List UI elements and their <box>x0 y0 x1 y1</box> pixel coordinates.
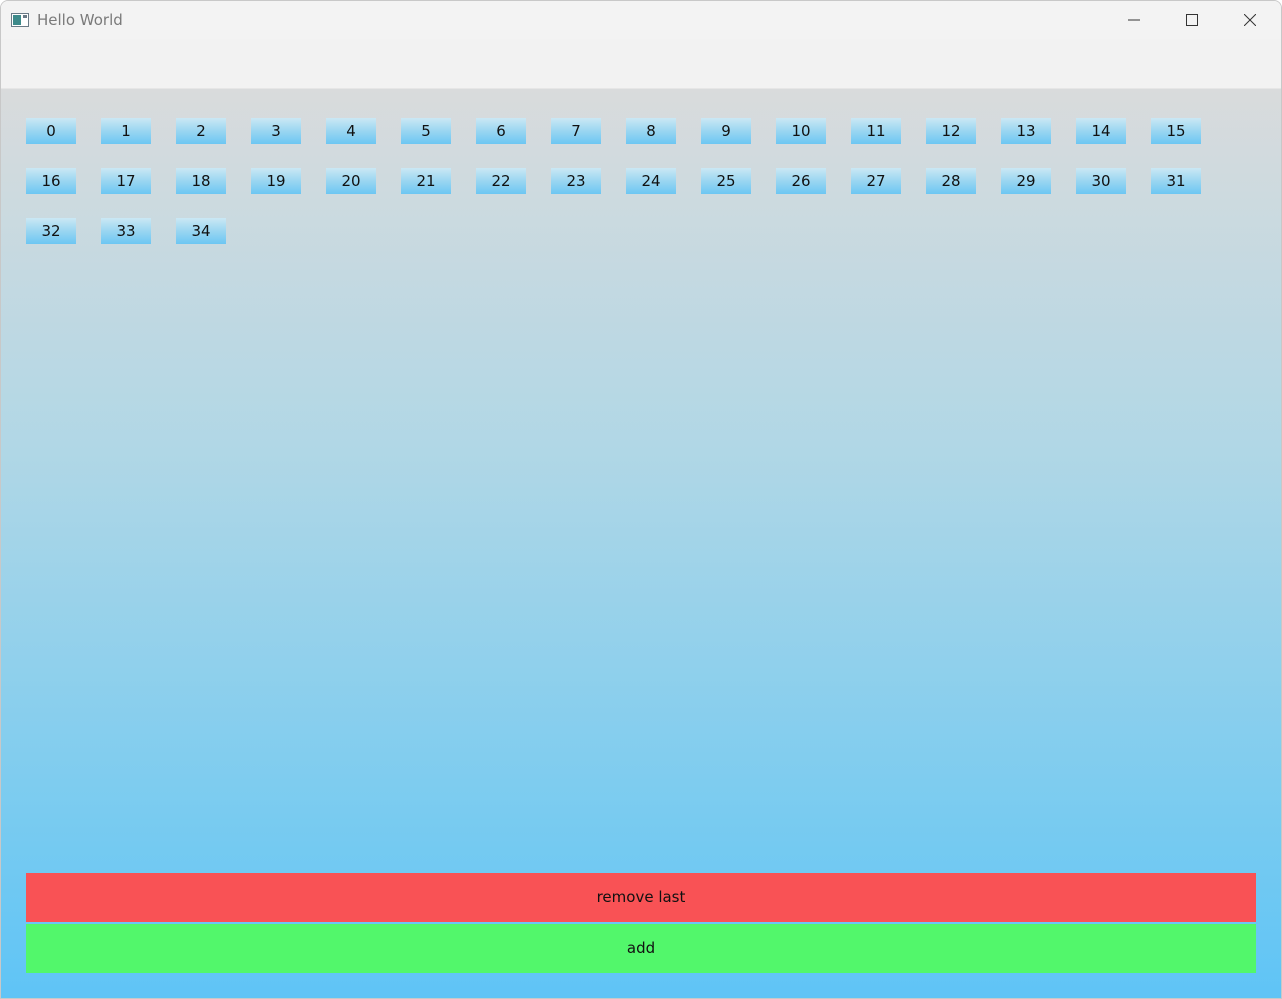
window-app-icon <box>11 12 29 27</box>
close-button[interactable] <box>1221 1 1279 39</box>
tile-button[interactable]: 14 <box>1076 118 1126 144</box>
tile-button[interactable]: 30 <box>1076 168 1126 194</box>
tile-button[interactable]: 8 <box>626 118 676 144</box>
tile-button[interactable]: 28 <box>926 168 976 194</box>
tile-button[interactable]: 31 <box>1151 168 1201 194</box>
tile-button[interactable]: 26 <box>776 168 826 194</box>
tile-button[interactable]: 10 <box>776 118 826 144</box>
tile-button[interactable]: 7 <box>551 118 601 144</box>
minimize-icon <box>1128 19 1140 21</box>
maximize-icon <box>1186 14 1198 26</box>
app-window: Hello World 0 1 2 3 4 5 6 7 8 9 10 11 12 13 14 15 16 17 18… <box>0 0 1282 999</box>
content-area: 0 1 2 3 4 5 6 7 8 9 10 11 12 13 14 15 16 17 18 19 20 21 22 23 24… <box>1 89 1281 998</box>
tile-button[interactable]: 23 <box>551 168 601 194</box>
tile-button[interactable]: 24 <box>626 168 676 194</box>
tile-button[interactable]: 25 <box>701 168 751 194</box>
tile-button[interactable]: 18 <box>176 168 226 194</box>
tile-button[interactable]: 13 <box>1001 118 1051 144</box>
tile-button[interactable]: 1 <box>101 118 151 144</box>
minimize-button[interactable] <box>1105 1 1163 39</box>
tile-button[interactable]: 19 <box>251 168 301 194</box>
tile-button[interactable]: 16 <box>26 168 76 194</box>
tile-button[interactable]: 15 <box>1151 118 1201 144</box>
tile-button[interactable]: 34 <box>176 218 226 244</box>
tile-button[interactable]: 22 <box>476 168 526 194</box>
tile-button[interactable]: 11 <box>851 118 901 144</box>
tile-button[interactable]: 4 <box>326 118 376 144</box>
tile-button[interactable]: 5 <box>401 118 451 144</box>
window-title: Hello World <box>37 11 123 29</box>
tile-button[interactable]: 20 <box>326 168 376 194</box>
tile-button[interactable]: 27 <box>851 168 901 194</box>
tile-button[interactable]: 33 <box>101 218 151 244</box>
tile-button[interactable]: 17 <box>101 168 151 194</box>
tile-button[interactable]: 6 <box>476 118 526 144</box>
tile-button[interactable]: 29 <box>1001 168 1051 194</box>
menu-bar <box>1 39 1281 89</box>
tile-button[interactable]: 3 <box>251 118 301 144</box>
tile-button[interactable]: 2 <box>176 118 226 144</box>
title-bar[interactable]: Hello World <box>1 1 1281 39</box>
tile-button[interactable]: 32 <box>26 218 76 244</box>
maximize-button[interactable] <box>1163 1 1221 39</box>
tile-button[interactable]: 21 <box>401 168 451 194</box>
tile-button[interactable]: 12 <box>926 118 976 144</box>
close-icon <box>1244 14 1256 26</box>
tile-button[interactable]: 9 <box>701 118 751 144</box>
add-button[interactable]: add <box>26 924 1256 973</box>
tile-button[interactable]: 0 <box>26 118 76 144</box>
remove-last-button[interactable]: remove last <box>26 873 1256 922</box>
